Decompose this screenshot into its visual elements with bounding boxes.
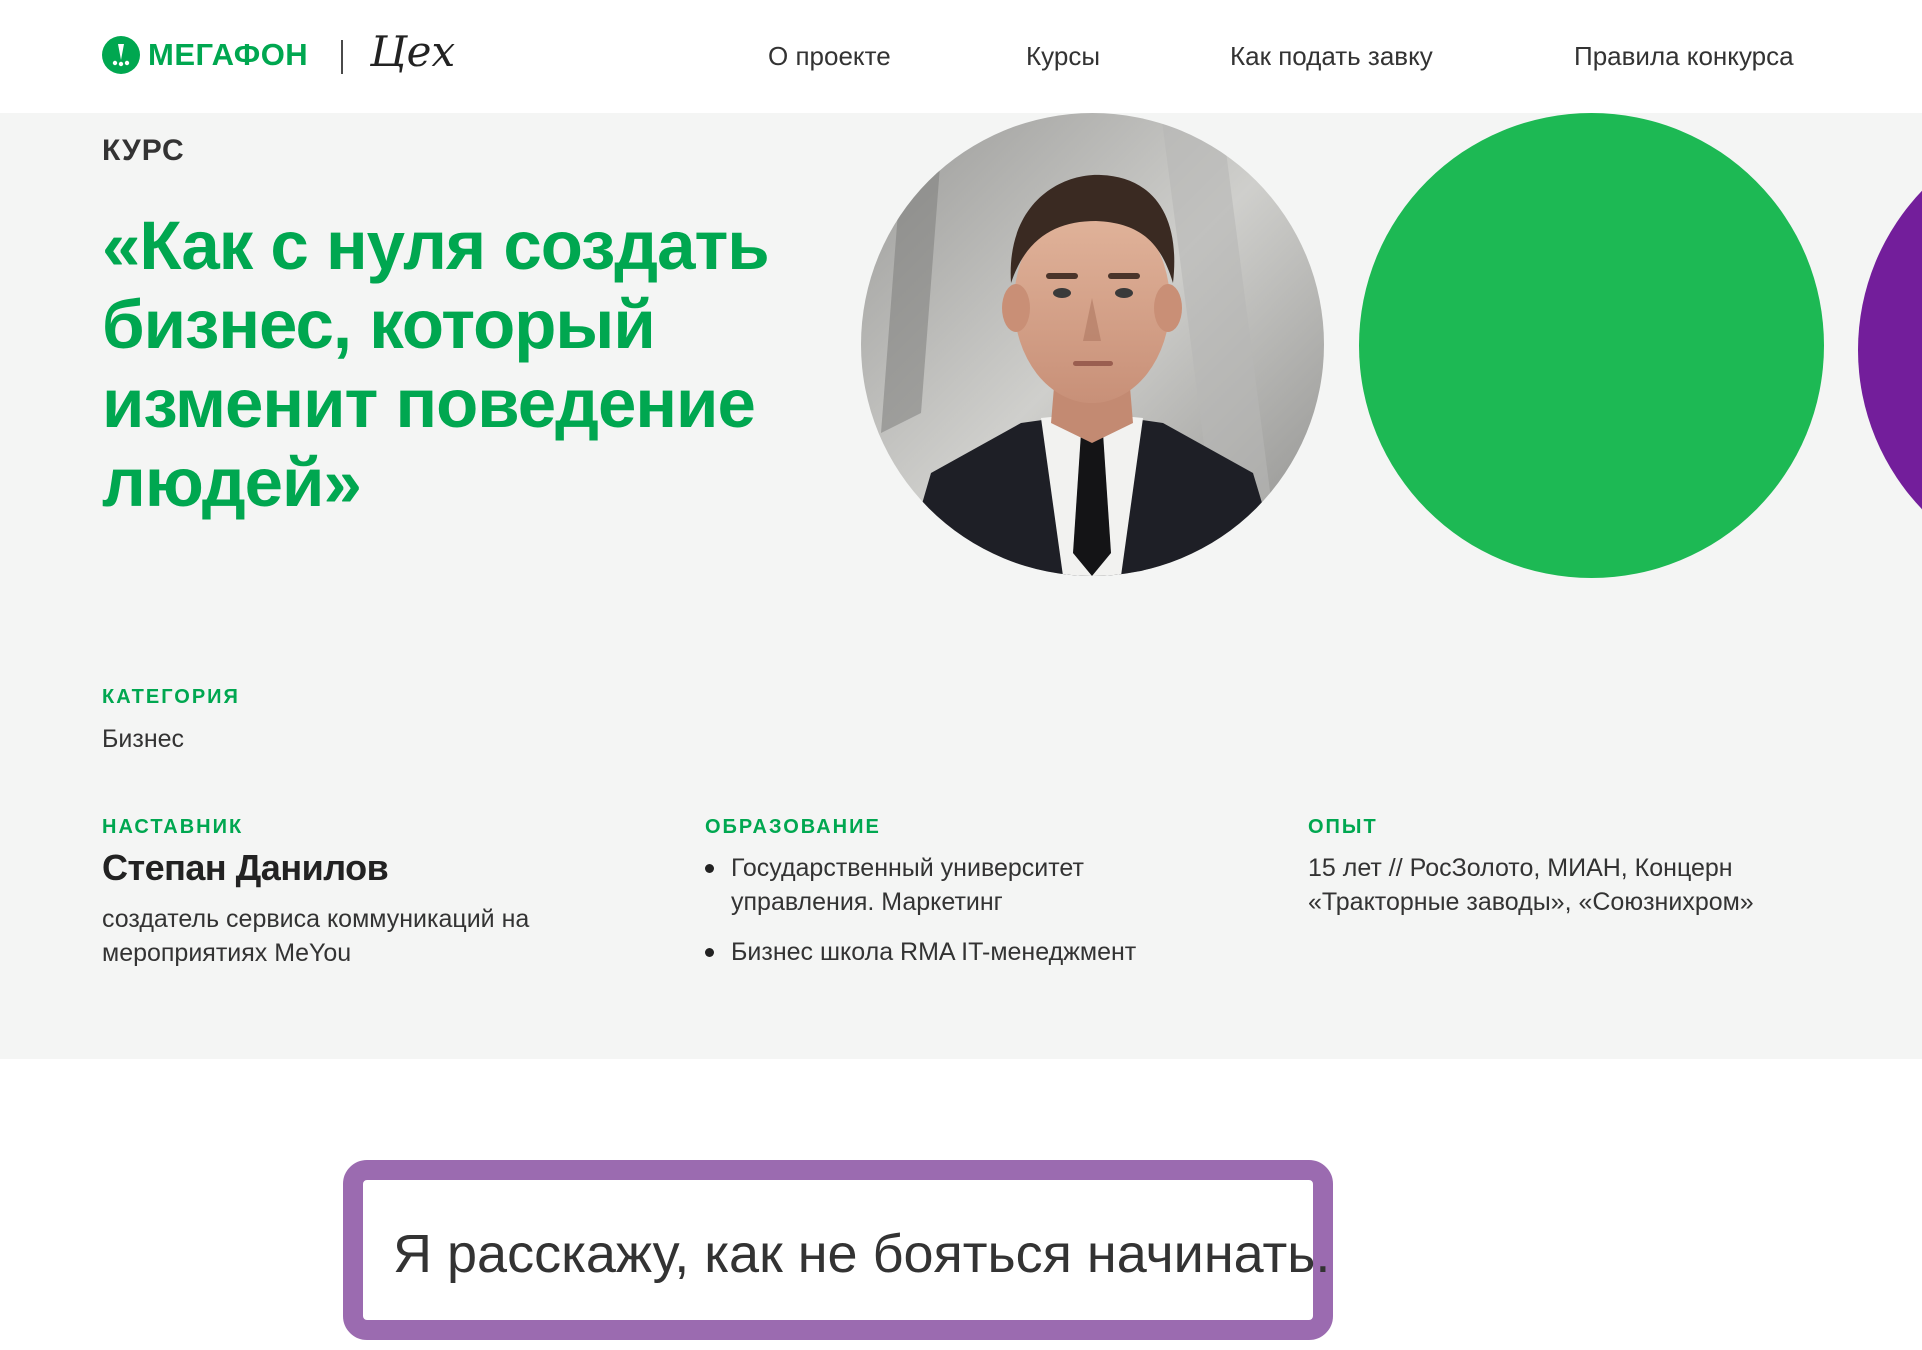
- quote-text: Я расскажу, как не бояться начинать.: [393, 1224, 1331, 1284]
- mentor-name: Степан Данилов: [102, 847, 389, 888]
- mentor-photo-image: [861, 113, 1324, 576]
- nav-link-about[interactable]: О проекте: [768, 40, 891, 72]
- education-list: Государственный университет управления. …: [705, 851, 1225, 985]
- mentor-photo: [861, 113, 1324, 576]
- megafon-logo-icon[interactable]: [102, 36, 140, 74]
- education-item-text: Государственный университет управления. …: [731, 854, 1084, 916]
- experience-label: ОПЫТ: [1308, 816, 1378, 838]
- nav-link-rules[interactable]: Правила конкурса: [1574, 40, 1794, 72]
- quote-box: Я расскажу, как не бояться начинать.: [343, 1160, 1333, 1340]
- bullet-icon: [705, 864, 714, 873]
- nav-link-courses[interactable]: Курсы: [1026, 40, 1100, 72]
- page: МегаФон Цех О проекте Курсы Как подать з…: [0, 0, 1922, 1350]
- site-header: МегаФон Цех О проекте Курсы Как подать з…: [0, 0, 1922, 113]
- svg-text:Цех: Цех: [370, 27, 455, 76]
- logo-divider: [341, 40, 343, 74]
- mentor-label: НАСТАВНИК: [102, 816, 244, 838]
- course-label: КУРС: [102, 134, 185, 167]
- category-label: КАТЕГОРИЯ: [102, 686, 240, 708]
- megafon-logo-text[interactable]: МегаФон: [148, 35, 308, 75]
- education-item: Государственный университет управления. …: [705, 851, 1225, 919]
- mentor-role: создатель сервиса коммуникаций на меропр…: [102, 905, 530, 967]
- experience-text: 15 лет // РосЗолото, МИАН, Концерн «Трак…: [1308, 854, 1754, 916]
- education-label: ОБРАЗОВАНИЕ: [705, 816, 881, 838]
- course-title: «Как с нуля создать бизнес, который изме…: [102, 207, 770, 521]
- education-item-text: Бизнес школа RMA IT-менеджмент: [731, 938, 1137, 966]
- bullet-icon: [705, 948, 714, 957]
- tseh-logo-icon[interactable]: Цех: [370, 22, 470, 82]
- education-item: Бизнес школа RMA IT-менеджмент: [705, 935, 1225, 969]
- category-value: Бизнес: [102, 725, 185, 753]
- decorative-green-circle: [1359, 113, 1824, 578]
- nav-link-apply[interactable]: Как подать завку: [1230, 40, 1433, 72]
